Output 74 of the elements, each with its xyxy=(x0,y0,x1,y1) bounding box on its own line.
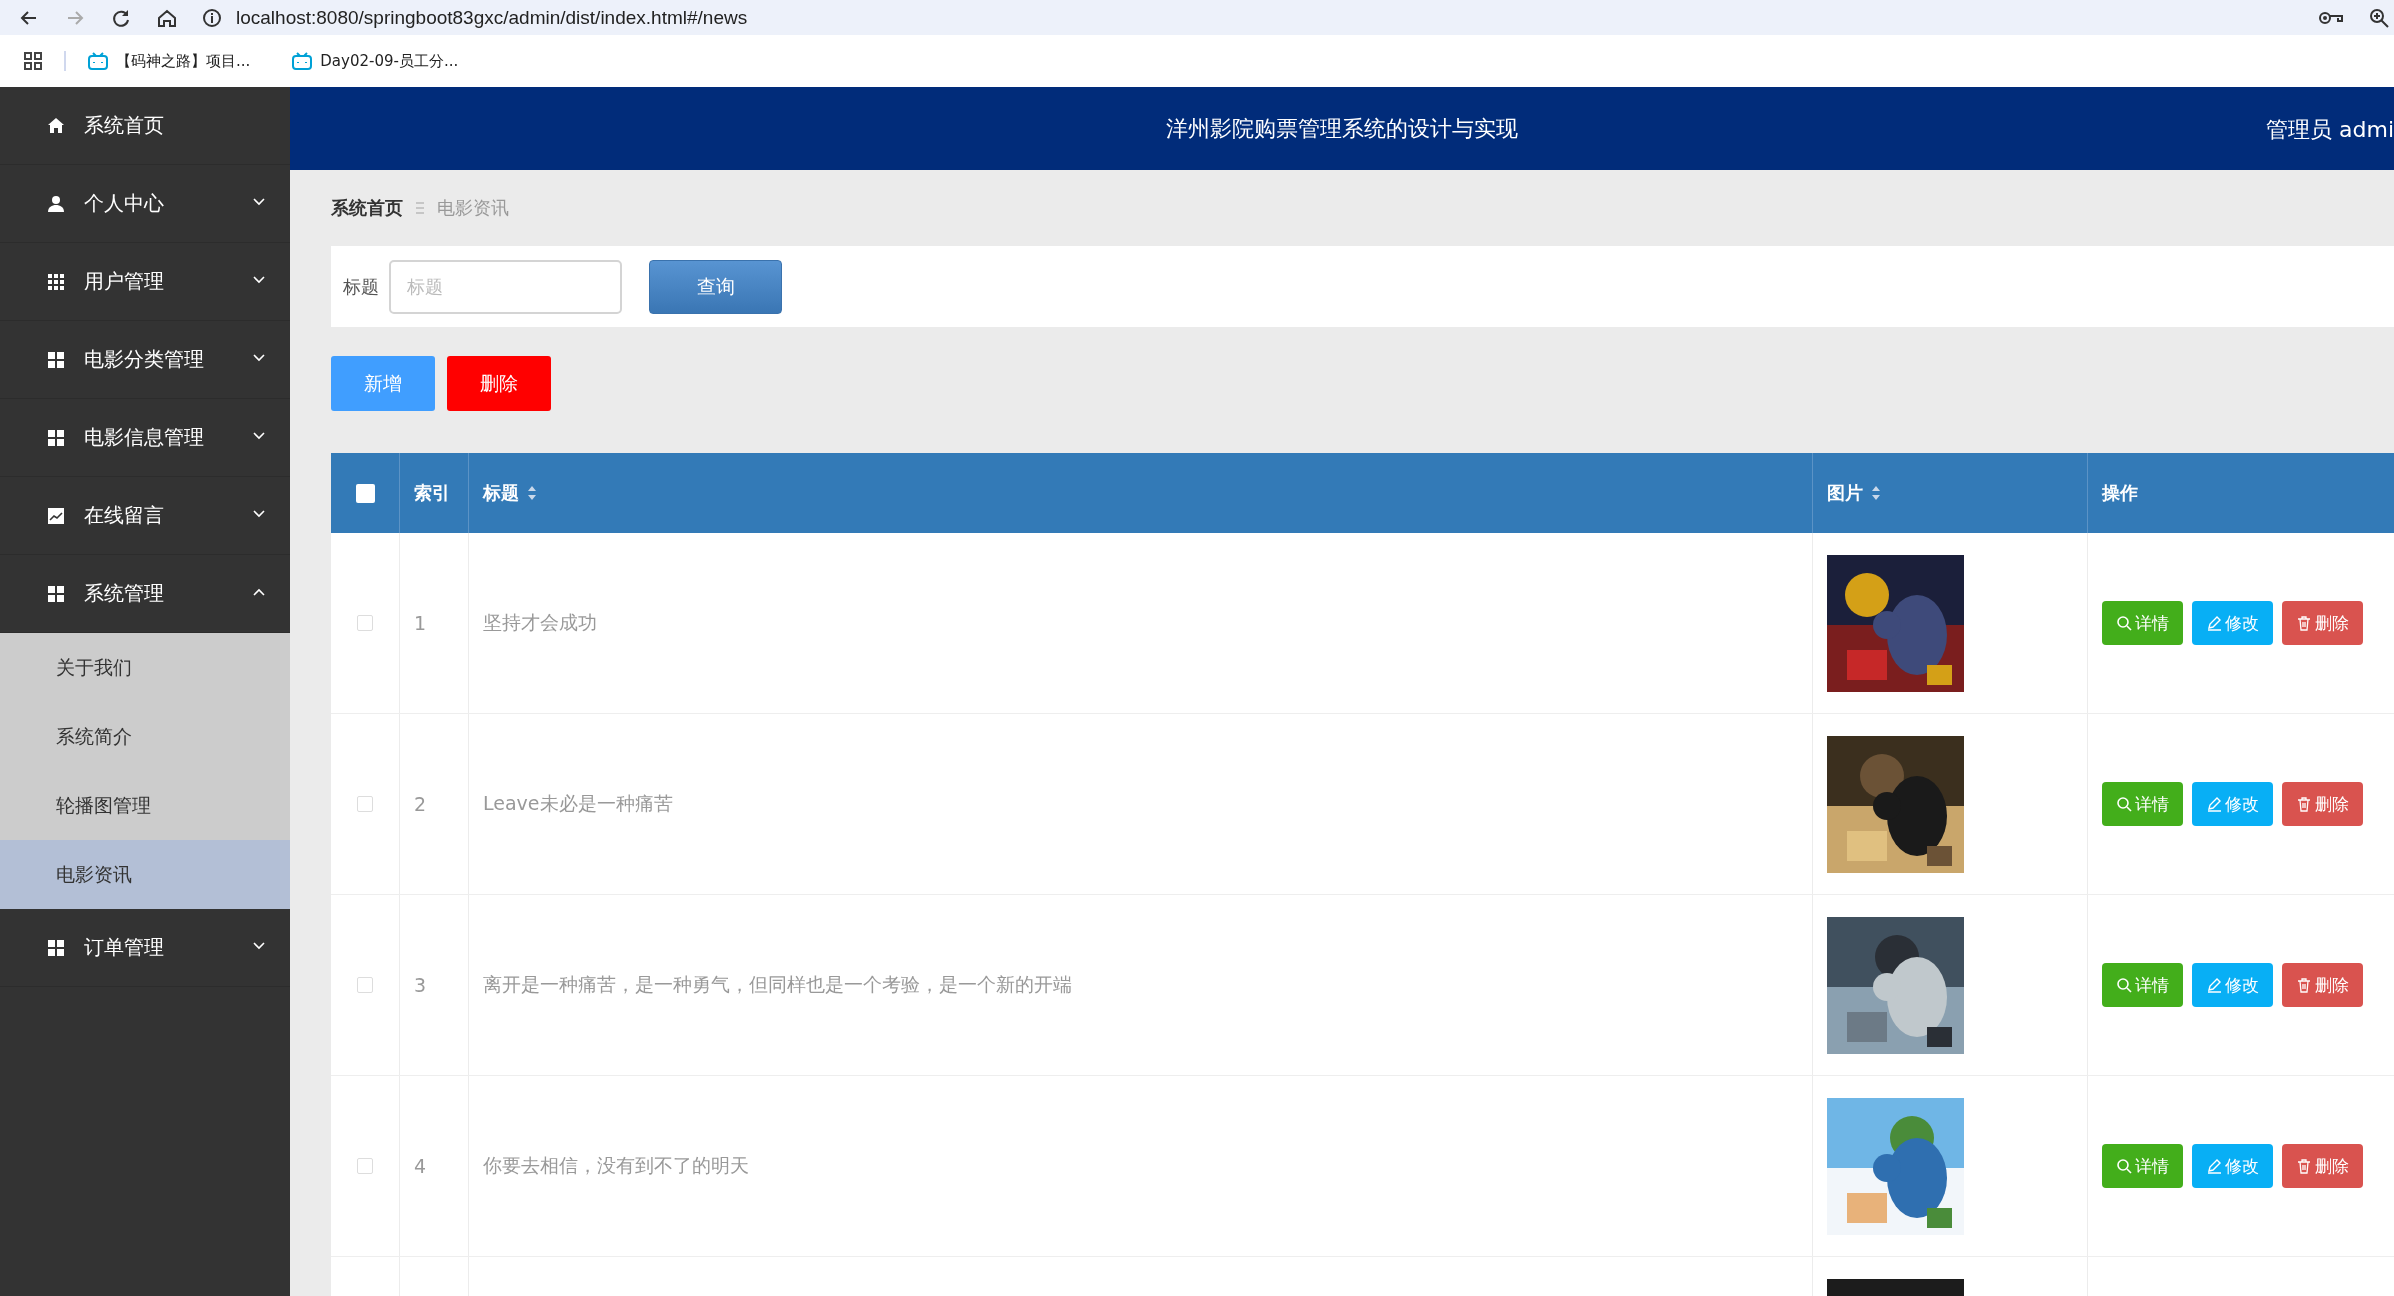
trash-icon xyxy=(2296,1158,2312,1174)
delete-button[interactable]: 删除 xyxy=(2282,963,2363,1007)
key-icon[interactable] xyxy=(2318,9,2344,26)
breadcrumb-link[interactable]: 系统首页 xyxy=(331,196,403,220)
url-text: localhost:8080/springboot83gxc/admin/dist/index.html#/news xyxy=(236,6,748,29)
table-cell: 1 xyxy=(414,612,427,634)
details-button[interactable]: 详情 xyxy=(2102,963,2183,1007)
bookmark[interactable]: Day02-09-员工分... xyxy=(292,51,459,71)
breadcrumb-current: 电影资讯 xyxy=(437,196,509,220)
pencil-icon xyxy=(2206,1158,2222,1174)
sort-icon[interactable] xyxy=(1871,485,1881,501)
search-field[interactable]: 标题 xyxy=(389,259,622,314)
grid-icon xyxy=(47,272,65,291)
trash-icon xyxy=(2296,615,2312,631)
table-cell: 4 xyxy=(414,1155,427,1177)
row-checkbox[interactable] xyxy=(357,1158,373,1174)
delete-button[interactable]: 删除 xyxy=(447,356,551,411)
tiles-icon xyxy=(47,584,65,603)
trash-icon xyxy=(2296,977,2312,993)
edit-button[interactable]: 修改 xyxy=(2192,1144,2273,1188)
apps-icon[interactable] xyxy=(24,52,42,70)
sort-icon[interactable] xyxy=(527,485,537,501)
edit-button[interactable]: 修改 xyxy=(2192,782,2273,826)
details-button[interactable]: 详情 xyxy=(2102,1144,2183,1188)
bookmark[interactable]: 【码神之路】项目... xyxy=(88,51,251,71)
search-icon xyxy=(2116,1158,2132,1174)
search-icon xyxy=(2116,977,2132,993)
submenu-item[interactable]: 关于我们 xyxy=(0,633,290,702)
table-cell-text: 坚持才会成功 xyxy=(483,610,597,635)
pencil-icon xyxy=(2206,615,2222,631)
tv-icon xyxy=(88,52,108,70)
table-cell-text: 你要去相信，没有到不了的明天 xyxy=(483,1153,749,1178)
tiles-icon xyxy=(47,350,65,369)
submenu-item[interactable]: 轮播图管理 xyxy=(0,771,290,840)
select-all-checkbox[interactable] xyxy=(355,483,375,503)
submenu-item[interactable]: 电影资讯 xyxy=(0,840,290,909)
home-icon xyxy=(47,116,65,135)
trash-icon xyxy=(2296,796,2312,812)
column-header[interactable]: 标题 xyxy=(483,481,537,505)
field-label: 标题 xyxy=(343,274,379,299)
delete-button[interactable]: 删除 xyxy=(2282,782,2363,826)
search-icon xyxy=(2116,796,2132,812)
row-checkbox[interactable] xyxy=(357,977,373,993)
submenu-item[interactable]: 系统简介 xyxy=(0,702,290,771)
edit-button[interactable]: 修改 xyxy=(2192,601,2273,645)
row-checkbox[interactable] xyxy=(357,796,373,812)
tiles-icon xyxy=(47,428,65,447)
zoom-in-icon[interactable] xyxy=(2368,6,2390,29)
info-icon[interactable] xyxy=(202,7,222,28)
table-cell-text: 离开是一种痛苦，是一种勇气，但同样也是一个考验，是一个新的开端 xyxy=(483,972,1072,997)
edit-button[interactable]: 修改 xyxy=(2192,963,2273,1007)
delete-button[interactable]: 删除 xyxy=(2282,601,2363,645)
separator-icon xyxy=(415,202,425,214)
tiles-icon xyxy=(47,938,65,957)
column-header[interactable]: 索引 xyxy=(414,481,450,505)
tv-icon xyxy=(292,52,313,70)
details-button[interactable]: 详情 xyxy=(2102,601,2183,645)
row-checkbox[interactable] xyxy=(357,615,373,631)
query-button[interactable]: 查询 xyxy=(649,259,782,314)
pencil-icon xyxy=(2206,796,2222,812)
table-cell-text: Leave未必是一种痛苦 xyxy=(483,791,673,816)
details-button[interactable]: 详情 xyxy=(2102,782,2183,826)
chart-icon xyxy=(47,506,65,525)
delete-button[interactable]: 删除 xyxy=(2282,1144,2363,1188)
add-button[interactable]: 新增 xyxy=(331,356,435,411)
pencil-icon xyxy=(2206,977,2222,993)
person-icon xyxy=(47,194,65,213)
column-header[interactable]: 图片 xyxy=(1827,481,1881,505)
table-cell: 3 xyxy=(414,974,427,996)
search-icon xyxy=(2116,615,2132,631)
column-header[interactable]: 操作 xyxy=(2102,481,2138,505)
app-title: 洋州影院购票管理系统的设计与实现 xyxy=(1166,114,1518,143)
table-cell: 2 xyxy=(414,793,427,815)
user-name: 管理员 admi xyxy=(2266,116,2394,144)
